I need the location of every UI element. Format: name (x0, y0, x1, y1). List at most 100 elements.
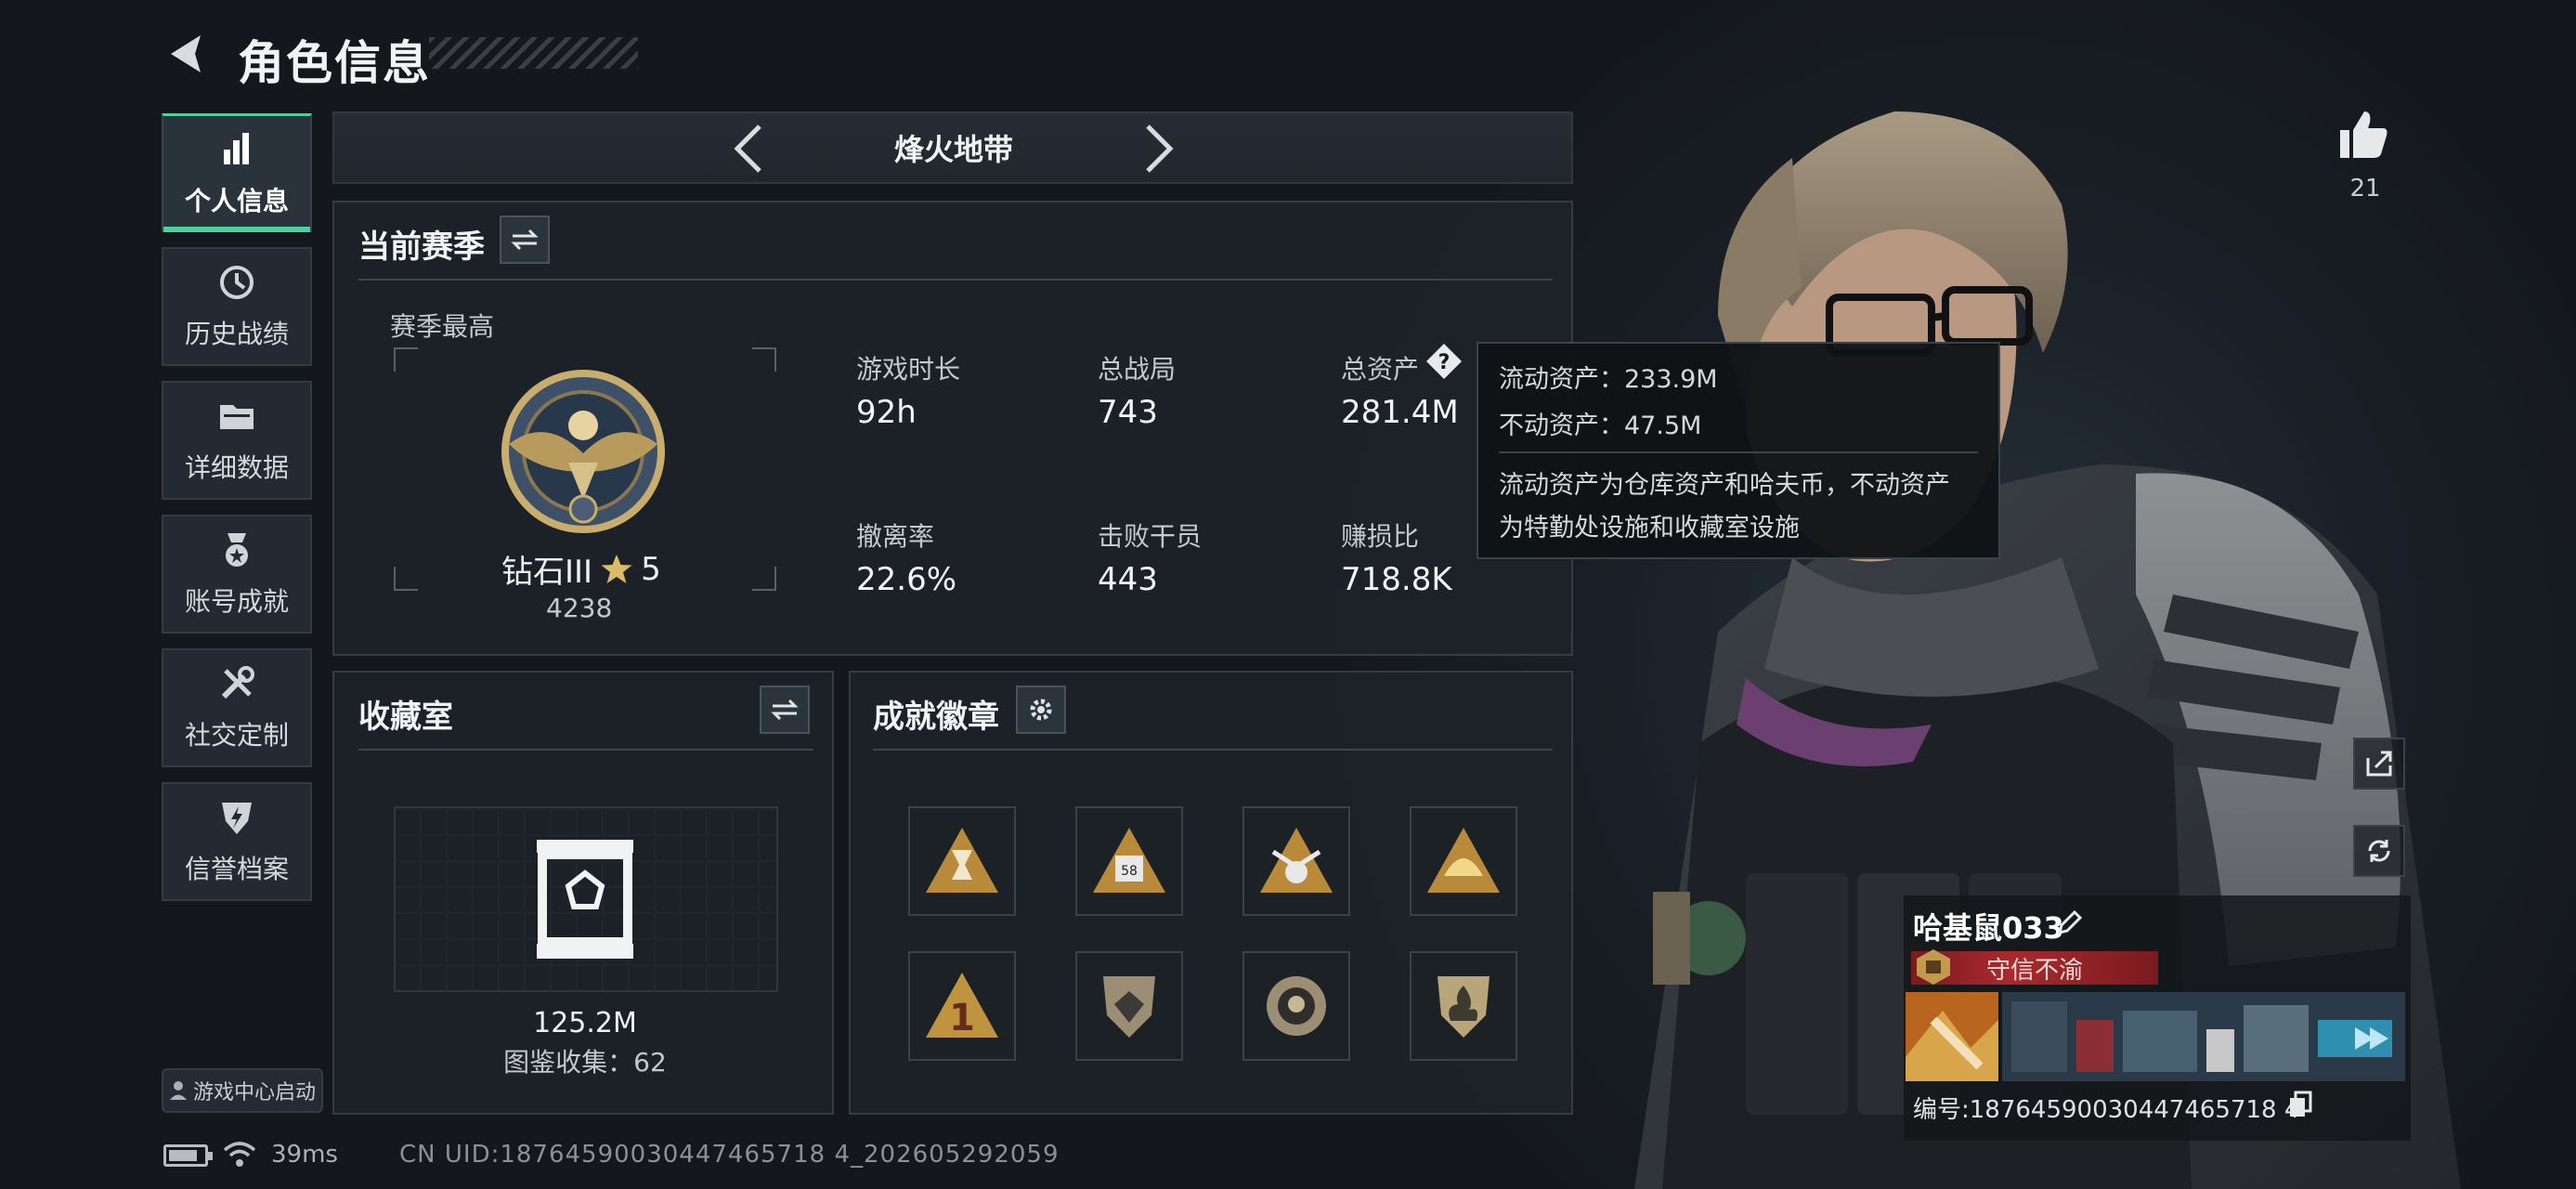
ping-value: 39ms (271, 1141, 338, 1169)
stat-label-kills: 击败干员 (1098, 521, 1203, 552)
history-icon (220, 266, 254, 299)
rank-line: 钻石III 5 (501, 546, 661, 592)
nav-label: 详细数据 (184, 452, 289, 483)
assets-tooltip: 流动资产：233.9M 不动资产：47.5M 流动资产为仓库资产和哈夫币，不动资… (1477, 342, 2000, 559)
frame-corner (752, 347, 776, 372)
collection-count: 图鉴收集：62 (503, 1047, 667, 1078)
tooltip-desc-line1: 流动资产为仓库资产和哈夫币，不动资产 (1499, 471, 1950, 500)
player-id: 编号:18764590030447465718 4 (1913, 1096, 2300, 1124)
rotate-button[interactable] (2353, 825, 2405, 877)
badge-tile[interactable] (908, 806, 1016, 916)
frame-corner (752, 567, 776, 591)
share-button[interactable] (2353, 738, 2405, 790)
nav-item-detailed-data[interactable]: 详细数据 (162, 381, 312, 500)
stat-value-total-assets: 281.4M (1341, 394, 1459, 431)
stat-value-profit-ratio: 718.8K (1341, 561, 1452, 598)
rank-name: 钻石III (501, 554, 593, 591)
rank-score: 4238 (546, 593, 613, 623)
frame-corner (394, 567, 418, 591)
stat-label-total-assets: 总资产 (1341, 354, 1420, 385)
copy-icon[interactable] (2288, 1091, 2312, 1118)
credit-icon (222, 803, 252, 834)
nav-item-social-custom[interactable]: 社交定制 (162, 648, 312, 767)
diamond-rank-emblem-icon (501, 370, 665, 533)
panel-divider (358, 749, 813, 751)
number-one-badge-icon: 1 (926, 973, 998, 1039)
card-portrait-image (1906, 992, 1998, 1081)
refresh-icon (2368, 840, 2390, 862)
stat-label-playtime: 游戏时长 (856, 354, 961, 385)
thumbs-up-icon[interactable] (2336, 108, 2390, 160)
fire-shield-badge-icon (1438, 976, 1490, 1038)
uid-line: CN UID:18764590030447465718 4_2026052920… (399, 1141, 1060, 1169)
like-count: 21 (2349, 175, 2381, 203)
tools-icon (221, 666, 254, 699)
game-center-label: 游戏中心启动 (192, 1081, 316, 1104)
tooltip-fixed-assets: 不动资产：47.5M (1499, 412, 1702, 440)
user-icon (169, 1081, 187, 1100)
svg-text:58: 58 (1121, 864, 1138, 879)
nav-label: 历史战绩 (184, 319, 289, 349)
badge-tile[interactable] (1242, 951, 1350, 1061)
folder-icon (220, 405, 254, 429)
page-title: 角色信息 (238, 36, 431, 90)
season-panel-title: 当前赛季 (358, 229, 485, 266)
player-title: 守信不渝 (1985, 956, 2083, 985)
collection-value: 125.2M (533, 1007, 637, 1039)
tooltip-liquid-assets: 流动资产：233.9M (1499, 365, 1718, 394)
collection-title: 收藏室 (358, 699, 453, 736)
badge-58-icon: 58 (1093, 828, 1165, 893)
swap-icon (771, 699, 799, 721)
nav-item-personal-info[interactable]: 个人信息 (162, 113, 312, 232)
diamond-shield-badge-icon (1103, 976, 1155, 1038)
chevron-left-icon[interactable] (722, 121, 774, 176)
collection-switch-button[interactable] (760, 686, 810, 734)
swap-icon (511, 229, 539, 251)
panel-divider (358, 279, 1553, 281)
back-arrow-icon[interactable] (163, 32, 210, 76)
tooltip-divider (1499, 451, 1978, 453)
collection-case-icon (537, 840, 633, 959)
wave-badge-icon (1427, 828, 1500, 893)
badge-tile[interactable] (1410, 806, 1517, 916)
game-center-launch-button[interactable]: 游戏中心启动 (162, 1068, 323, 1113)
badge-tile[interactable] (1075, 951, 1183, 1061)
wifi-icon (223, 1142, 256, 1167)
panel-divider (873, 749, 1553, 751)
help-icon[interactable]: ? (1425, 342, 1464, 381)
nav-label: 个人信息 (184, 185, 289, 216)
rank-stars: 5 (641, 550, 661, 588)
player-name: 哈基鼠033 (1913, 910, 2064, 946)
title-stripes-decoration (429, 37, 638, 69)
star-icon (601, 554, 632, 583)
nav-item-achievements[interactable]: 账号成就 (162, 515, 312, 634)
nav-label: 账号成就 (184, 586, 289, 617)
season-switch-button[interactable] (500, 216, 550, 264)
seal-badge-icon (1267, 976, 1326, 1036)
season-best-label: 赛季最高 (390, 311, 495, 342)
nav-label: 信誉档案 (184, 854, 289, 884)
chevron-right-icon[interactable] (1133, 121, 1185, 176)
svg-text:?: ? (1438, 351, 1451, 374)
mode-name: 烽火地带 (893, 132, 1013, 167)
card-banner-image (2002, 992, 2405, 1081)
gear-icon (1030, 699, 1052, 721)
badges-settings-button[interactable] (1016, 686, 1066, 734)
frame-corner (394, 347, 418, 372)
nav-item-history[interactable]: 历史战绩 (162, 247, 312, 366)
achievement-icon (226, 533, 248, 567)
stat-value-total-matches: 743 (1098, 394, 1158, 431)
nav-item-credit-file[interactable]: 信誉档案 (162, 782, 312, 901)
stat-label-extract-rate: 撤离率 (856, 521, 935, 552)
badge-tile[interactable] (1242, 806, 1350, 916)
nav-label: 社交定制 (184, 720, 289, 751)
stat-value-playtime: 92h (856, 394, 917, 431)
badge-tile[interactable]: 1 (908, 951, 1016, 1061)
tooltip-desc-line2: 为特勤处设施和收藏室设施 (1499, 514, 1800, 542)
stat-label-profit-ratio: 赚损比 (1341, 521, 1420, 552)
share-icon (2366, 751, 2392, 777)
badge-tile[interactable] (1410, 951, 1517, 1061)
badges-title: 成就徽章 (873, 699, 999, 736)
badge-tile[interactable]: 58 (1075, 806, 1183, 916)
edit-icon[interactable] (2056, 908, 2084, 936)
